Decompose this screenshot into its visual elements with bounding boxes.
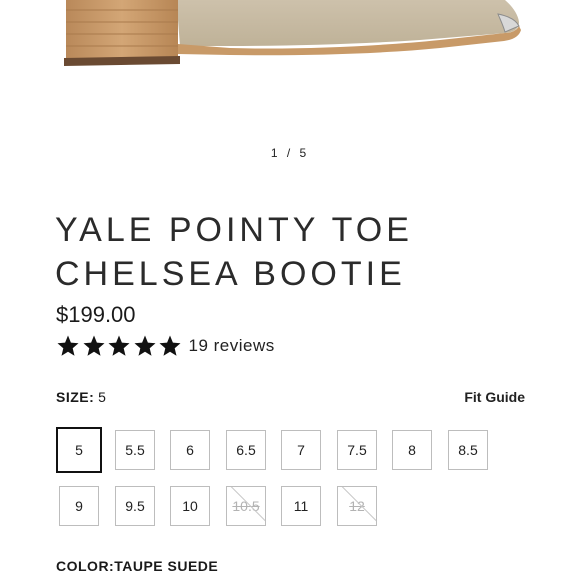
size-label: SIZE: [56, 389, 95, 405]
size-option-label: 9.5 [125, 498, 145, 514]
product-title: YALE POINTY TOE CHELSEA BOOTIE [55, 208, 525, 296]
size-option[interactable]: 8 [392, 430, 432, 470]
size-option-label: 5 [75, 442, 83, 458]
size-option[interactable]: 12 [337, 486, 377, 526]
image-pager: 1 / 5 [270, 146, 310, 160]
rating-stars [56, 334, 184, 358]
star-icon [159, 335, 181, 356]
star-icon [83, 335, 104, 356]
size-option[interactable]: 5 [56, 427, 102, 473]
product-title-line1: YALE POINTY TOE [55, 211, 413, 249]
size-option-label: 7 [297, 442, 305, 458]
fit-guide-link[interactable]: Fit Guide [464, 389, 525, 405]
size-option[interactable]: 7 [281, 430, 321, 470]
size-option-label: 9 [75, 498, 83, 514]
size-option-label: 11 [293, 498, 309, 514]
size-option[interactable]: 11 [281, 486, 321, 526]
size-option-label: 7.5 [347, 442, 367, 458]
size-option[interactable]: 5.5 [115, 430, 155, 470]
size-header: SIZE: 5 Fit Guide [56, 389, 525, 405]
size-option[interactable]: 10 [170, 486, 210, 526]
star-icon [134, 335, 155, 356]
product-price: $199.00 [56, 302, 136, 327]
reviews-link[interactable]: 19 reviews [189, 336, 275, 356]
size-option-label: 5.5 [125, 442, 145, 458]
star-icon [108, 335, 130, 356]
size-selected-value: 5 [98, 389, 106, 405]
size-option[interactable]: 9.5 [115, 486, 155, 526]
product-title-line2: CHELSEA BOOTIE [55, 255, 406, 293]
star-icon [57, 335, 79, 356]
size-option-label: 6.5 [236, 442, 256, 458]
color-row: COLOR:TAUPE SUEDE [56, 558, 218, 574]
size-option[interactable]: 6.5 [226, 430, 266, 470]
size-option-label: 8 [408, 442, 416, 458]
size-option[interactable]: 10.5 [226, 486, 266, 526]
bootie-image [64, 0, 521, 66]
color-label: COLOR: [56, 558, 115, 574]
size-option[interactable]: 9 [59, 486, 99, 526]
size-option[interactable]: 8.5 [448, 430, 488, 470]
size-option-label: 8.5 [458, 442, 478, 458]
product-image[interactable] [0, 0, 580, 132]
size-option-label: 6 [186, 442, 194, 458]
color-value: TAUPE SUEDE [114, 558, 219, 574]
size-option-label: 12 [349, 498, 365, 514]
product-rating[interactable]: 19 reviews [56, 334, 275, 358]
size-option[interactable]: 6 [170, 430, 210, 470]
size-label-group: SIZE: 5 [56, 389, 106, 405]
size-option-label: 10 [182, 498, 198, 514]
size-option[interactable]: 7.5 [337, 430, 377, 470]
size-option-label: 10.5 [232, 498, 260, 514]
